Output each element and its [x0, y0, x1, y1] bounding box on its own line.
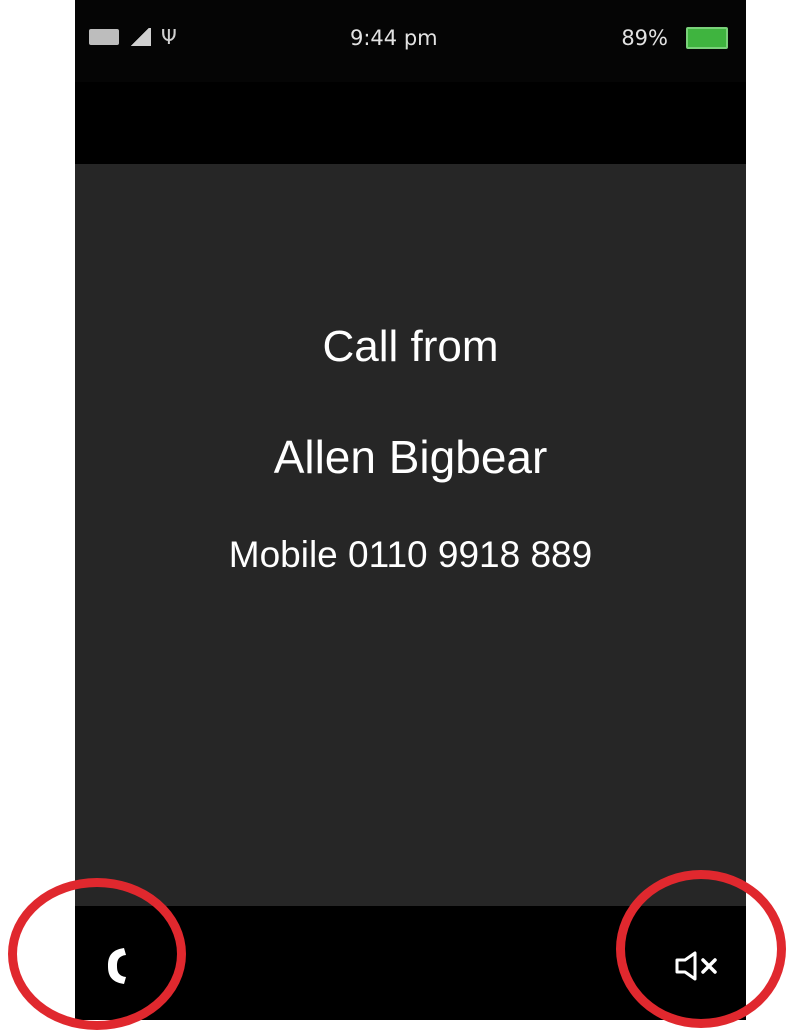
answer-call-icon — [108, 948, 126, 984]
battery-percent: 89% — [621, 26, 668, 50]
caller-number: Mobile 0110 9918 889 — [228, 534, 593, 575]
title-band — [75, 82, 746, 164]
usb-icon: Ψ — [161, 25, 177, 49]
network-badge-icon — [89, 29, 119, 45]
caller-name: Allen Bigbear — [273, 431, 548, 483]
softkey-bar — [75, 906, 746, 1020]
phone-screen: Ψ 9:44 pm 89% Call from Allen Bigbear Mo… — [75, 0, 746, 1020]
status-right-icons: 89% — [621, 26, 728, 50]
status-time: 9:44 pm — [350, 26, 438, 50]
status-bar: Ψ 9:44 pm 89% — [75, 0, 746, 82]
call-heading: Call from — [322, 322, 499, 371]
battery-icon — [686, 27, 728, 49]
mute-ringer-button[interactable] — [662, 936, 732, 996]
signal-icon — [129, 28, 151, 46]
status-left-icons: Ψ — [89, 25, 177, 49]
mute-speaker-icon — [675, 951, 717, 981]
incoming-call-panel: Call from Allen Bigbear Mobile 0110 9918… — [75, 164, 746, 906]
answer-call-button[interactable] — [87, 936, 147, 996]
